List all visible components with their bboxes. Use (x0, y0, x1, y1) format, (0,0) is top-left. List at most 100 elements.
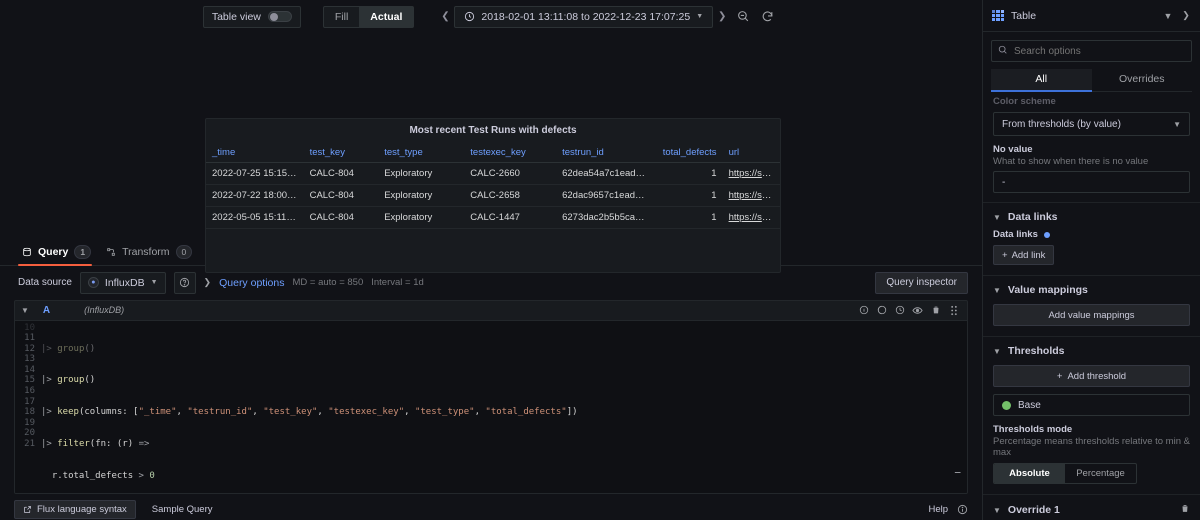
cell-testrun-id: 62dac9657c1eadd2… (556, 184, 654, 207)
panel-options-pane: Table ▼ ❯ All Overrides Color scheme Fro… (982, 0, 1200, 520)
data-links-field-label: Data links (993, 229, 1190, 240)
query-options-label[interactable]: Query options (219, 277, 284, 289)
tab-query-label: Query (38, 245, 69, 258)
cell-url-link[interactable]: https://sergiofreire.a… (722, 184, 780, 207)
history-icon[interactable] (892, 303, 907, 318)
color-scheme-value: From thresholds (by value) (1002, 118, 1121, 130)
mode-absolute-button[interactable]: Absolute (994, 464, 1065, 483)
minus-icon[interactable]: − (954, 468, 961, 479)
zoom-out-icon[interactable] (731, 6, 755, 28)
panel-edit-main: Table view Fill Actual ❮ 2018-02-01 13:1… (0, 0, 982, 520)
cell-test-type: Exploratory (378, 184, 465, 207)
table-view-toggle[interactable]: Table view (202, 5, 301, 28)
col-header-testrun-id[interactable]: testrun_id (556, 143, 654, 163)
time-next-icon[interactable]: ❯ (713, 11, 731, 22)
add-value-mappings-button[interactable]: Add value mappings (993, 304, 1190, 326)
add-threshold-button[interactable]: + Add threshold (993, 365, 1190, 387)
time-range-text: 2018-02-01 13:11:08 to 2022-12-23 17:07:… (481, 10, 691, 23)
panel-preview-area: Most recent Test Runs with defects _time… (0, 33, 982, 329)
datasource-help-button[interactable] (173, 271, 196, 294)
add-link-button[interactable]: + Add link (993, 245, 1055, 265)
table-row: 2022-07-22 18:00:4… CALC-804 Exploratory… (206, 184, 780, 207)
cell-time: 2022-05-05 15:11:1… (206, 206, 304, 229)
editor-code: |> group() |> group() |> keep(columns: [… (41, 343, 578, 481)
chevron-down-icon[interactable]: ▼ (1160, 6, 1176, 26)
cell-total-defects: 1 (653, 206, 723, 229)
search-input[interactable] (991, 40, 1192, 62)
datasource-picker[interactable]: ● InfluxDB ▼ (79, 271, 166, 294)
cell-testexec-key: CALC-2660 (464, 162, 557, 185)
datasource-label: Data source (18, 277, 72, 288)
flux-language-syntax-link[interactable]: Flux language syntax (14, 499, 136, 519)
tab-transform[interactable]: Transform 0 (102, 244, 203, 265)
query-datasource-name: (InfluxDB) (84, 305, 125, 315)
clock-icon (464, 11, 475, 22)
time-range-button[interactable]: 2018-02-01 13:11:08 to 2022-12-23 17:07:… (454, 5, 714, 28)
cell-url-link[interactable]: https://sergiofreire.a… (722, 162, 780, 185)
query-editor-footer: Flux language syntax Sample Query Help (0, 498, 982, 520)
options-search[interactable] (991, 40, 1192, 62)
sample-query-button[interactable]: Sample Query (144, 500, 221, 519)
flux-language-syntax-label: Flux language syntax (37, 503, 127, 515)
panel-edit-toolbar: Table view Fill Actual ❮ 2018-02-01 13:1… (0, 0, 982, 33)
info-circle-icon[interactable] (957, 504, 968, 515)
override-title: Override 1 (1007, 504, 1060, 516)
time-prev-icon[interactable]: ❮ (436, 11, 454, 22)
tab-all[interactable]: All (991, 69, 1092, 92)
query-row-header: ▼ A (InfluxDB) (15, 301, 967, 321)
mode-percentage-button[interactable]: Percentage (1065, 464, 1136, 483)
eye-icon[interactable] (910, 303, 925, 318)
drag-handle-icon[interactable] (946, 303, 961, 318)
section-header[interactable]: ▼ Thresholds (993, 345, 1190, 357)
color-scheme-label: Color scheme (993, 96, 1056, 107)
editor-help-group: Help (928, 504, 968, 515)
col-header-time[interactable]: _time (206, 143, 304, 163)
query-inspector-button[interactable]: Query inspector (875, 271, 968, 294)
query-ref-id[interactable]: A (43, 305, 50, 316)
override-header[interactable]: ▼ Override 1 (993, 503, 1190, 517)
tab-transform-count: 0 (175, 244, 193, 259)
fill-actual-segment[interactable]: Fill Actual (322, 5, 415, 28)
col-header-test-type[interactable]: test_type (378, 143, 465, 163)
threshold-color-dot[interactable] (1002, 400, 1011, 410)
interval-text: Interval = 1d (371, 277, 424, 288)
query-row-actions (856, 303, 961, 318)
flux-code-editor[interactable]: 10 11 12 13 14 15 16 17 18 19 20 21 |> group() |>… (15, 320, 967, 493)
tab-overrides[interactable]: Overrides (1092, 69, 1193, 91)
trash-icon[interactable] (1180, 503, 1190, 517)
table-view-label: Table view (211, 10, 261, 23)
cell-testrun-id: 6273dac2b5b5cad1… (556, 206, 654, 229)
col-header-total-defects[interactable]: total_defects (653, 143, 723, 163)
info-icon[interactable] (856, 303, 871, 318)
close-options-icon[interactable]: ❯ (1178, 6, 1194, 26)
tab-query[interactable]: Query 1 (18, 244, 102, 266)
threshold-name: Base (1018, 399, 1041, 411)
expand-query-options-icon[interactable]: ❯ (204, 277, 212, 288)
help-label[interactable]: Help (928, 504, 948, 515)
cell-testexec-key: CALC-1447 (464, 206, 557, 229)
table-panel: Most recent Test Runs with defects _time… (205, 118, 781, 273)
cell-testexec-key: CALC-2658 (464, 184, 557, 207)
section-header[interactable]: ▼ Data links (993, 211, 1190, 223)
actual-button[interactable]: Actual (359, 6, 414, 27)
threshold-base-row[interactable]: Base (993, 394, 1190, 416)
section-header[interactable]: ▼ Value mappings (993, 284, 1190, 296)
chevron-down-icon[interactable]: ▼ (21, 306, 29, 315)
col-header-testexec-key[interactable]: testexec_key (464, 143, 557, 163)
duplicate-icon[interactable] (874, 303, 889, 318)
col-header-url[interactable]: url (722, 143, 780, 163)
fill-button[interactable]: Fill (324, 7, 359, 27)
table-view-switch[interactable] (267, 11, 292, 22)
refresh-icon[interactable] (755, 6, 779, 28)
no-value-input[interactable]: - (993, 171, 1190, 193)
viz-picker-header[interactable]: Table ▼ ❯ (983, 0, 1200, 32)
viz-name: Table (1011, 9, 1037, 22)
transform-icon (106, 247, 116, 257)
editor-gutter: 10 11 12 13 14 15 16 17 18 19 20 21 (24, 322, 35, 450)
thresholds-mode-label: Thresholds mode (993, 424, 1073, 435)
trash-icon[interactable] (928, 303, 943, 318)
col-header-test-key[interactable]: test_key (303, 143, 379, 163)
cell-url-link[interactable]: https://sergiofreire.a… (722, 206, 780, 229)
chevron-down-icon: ▼ (1173, 119, 1181, 129)
color-scheme-select[interactable]: From thresholds (by value) ▼ (993, 112, 1190, 136)
